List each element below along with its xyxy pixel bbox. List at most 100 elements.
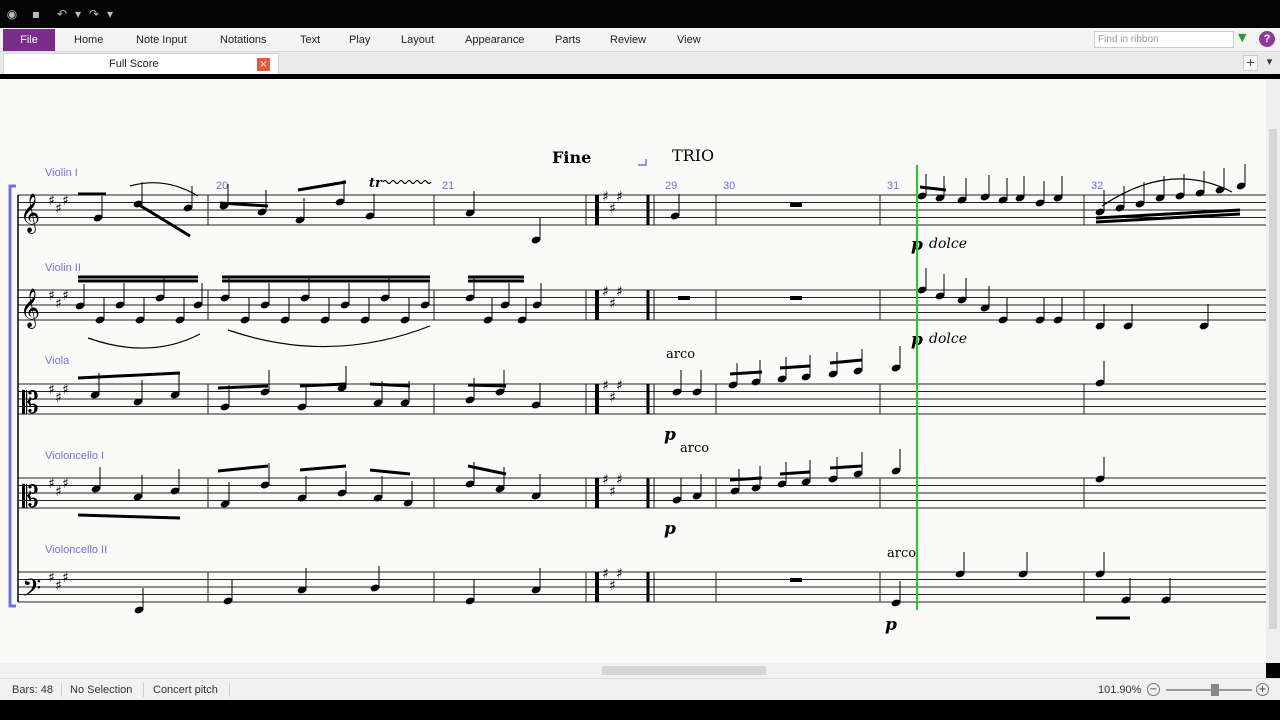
selection-status: No Selection [70, 684, 133, 696]
zoom-level: 101.90% [1098, 684, 1142, 696]
undo-icon[interactable]: ↶ [54, 6, 70, 22]
sharp-symbol: ♯ [62, 193, 69, 209]
sharp-symbol: ♯ [616, 472, 623, 488]
vertical-scrollbar[interactable] [1266, 79, 1280, 663]
sharp-symbol: ♯ [602, 566, 609, 582]
zoom-slider-thumb[interactable] [1211, 684, 1219, 696]
note-beam [299, 382, 347, 388]
tab-full-score[interactable]: Full Score × [3, 53, 279, 74]
tab-notations[interactable]: Notations [220, 28, 266, 52]
tab-home[interactable]: Home [74, 28, 103, 52]
note-beam [729, 476, 763, 482]
tab-label: Full Score [109, 58, 159, 70]
instrument-name: Violoncello II [45, 544, 107, 556]
note-beam [299, 464, 347, 472]
arco-marking: arco [887, 546, 916, 561]
instrument-name: Violoncello I [45, 450, 104, 462]
sharp-symbol: ♯ [48, 382, 55, 398]
note-beam [217, 384, 269, 390]
note-beam [829, 464, 863, 470]
scrollbar-thumb[interactable] [602, 666, 766, 675]
sharp-symbol: ♯ [55, 201, 62, 217]
tab-play[interactable]: Play [349, 28, 370, 52]
separator [143, 683, 144, 697]
sharp-symbol: ♯ [62, 382, 69, 398]
sharp-symbol: ♯ [609, 296, 616, 312]
sharp-symbol: ♯ [48, 476, 55, 492]
notes-layer [75, 164, 1246, 620]
note-beam [369, 468, 411, 476]
anchor-icon [638, 159, 647, 166]
score-svg: Violin I Violin II Viola Violoncello I V… [8, 146, 1266, 635]
tab-note-input[interactable]: Note Input [136, 28, 187, 52]
sharp-symbol: ♯ [55, 578, 62, 594]
sharp-symbol: ♯ [616, 566, 623, 582]
redo-icon[interactable]: ↷ [86, 6, 102, 22]
file-tab[interactable]: File [3, 29, 55, 51]
find-in-ribbon-input[interactable]: Find in ribbon [1094, 31, 1234, 48]
dynamic-p: p [664, 425, 676, 445]
sharp-symbol: ♯ [62, 476, 69, 492]
undo-dropdown-icon[interactable]: ▾ [70, 6, 86, 22]
trill-marking: tr [369, 176, 383, 191]
clef-symbol: 𝄡 [22, 386, 39, 421]
close-icon[interactable]: × [257, 58, 270, 71]
help-icon[interactable]: ? [1259, 31, 1275, 47]
sharp-symbol: ♯ [62, 570, 69, 586]
bars-count: Bars: 48 [12, 684, 53, 696]
sharp-symbol: ♯ [48, 570, 55, 586]
add-tab-button[interactable]: + [1243, 55, 1258, 71]
note-beam [297, 180, 347, 192]
tab-text[interactable]: Text [300, 28, 320, 52]
staff-bracket [8, 184, 16, 608]
fine-marking: Fine [552, 148, 591, 167]
sharp-symbol: ♯ [55, 484, 62, 500]
sharp-symbol: ♯ [616, 378, 623, 394]
sharp-symbol: ♯ [609, 578, 616, 594]
scrollbar-thumb[interactable] [1269, 129, 1277, 629]
redo-dropdown-icon[interactable]: ▾ [102, 6, 118, 22]
note-beam [779, 364, 811, 370]
zoom-slider[interactable] [1166, 689, 1252, 691]
app-icon[interactable]: ◉ [4, 6, 20, 22]
note-beam [369, 382, 411, 388]
horizontal-scrollbar[interactable] [0, 663, 1266, 678]
tab-layout[interactable]: Layout [401, 28, 434, 52]
clef-symbol: 𝄢 [22, 574, 41, 609]
tab-menu-button[interactable]: ▾ [1262, 55, 1277, 71]
save-icon[interactable]: ▪ [28, 6, 44, 22]
note-beam [729, 370, 763, 376]
document-tab-bar: Full Score × + ▾ [0, 52, 1280, 74]
bar-number: 31 [887, 180, 899, 192]
note-beam [467, 383, 507, 388]
staves: ♯ ♯ ♯ ♯♯♯♯ ♯ ♯ ♯♯♯♯ ♯ ♯ ♯♯♯♯ ♯ ♯ ♯♯♯♯ ♯ ♯ ♯♯♯𝄞𝄞𝄡𝄡𝄢 [17, 189, 1266, 609]
sharp-symbol: ♯ [609, 390, 616, 406]
instrument-name: Violin I [45, 167, 78, 179]
dynamic-p: p [885, 615, 897, 635]
bottom-bar [0, 700, 1280, 720]
note-beam [919, 185, 947, 192]
score-canvas[interactable]: Violin I Violin II Viola Violoncello I V… [0, 79, 1266, 663]
zoom-out-icon[interactable]: − [1147, 683, 1160, 696]
arco-marking: arco [666, 347, 695, 362]
slur [87, 333, 201, 349]
trill-line [382, 179, 432, 185]
chevron-down-icon[interactable]: ▼ [1238, 31, 1252, 47]
clef-symbol: 𝄞 [20, 288, 40, 329]
concert-pitch-status[interactable]: Concert pitch [153, 684, 218, 696]
zoom-in-icon[interactable]: + [1256, 683, 1269, 696]
tab-appearance[interactable]: Appearance [465, 28, 524, 52]
tab-parts[interactable]: Parts [555, 28, 581, 52]
sharp-symbol: ♯ [602, 189, 609, 205]
sharp-symbol: ♯ [48, 288, 55, 304]
whole-rest [790, 578, 802, 582]
sharp-symbol: ♯ [602, 472, 609, 488]
sharp-symbol: ♯ [62, 288, 69, 304]
dolce-marking: dolce [929, 236, 967, 252]
whole-rest [678, 296, 690, 300]
tab-view[interactable]: View [677, 28, 701, 52]
tab-review[interactable]: Review [610, 28, 646, 52]
instrument-name: Viola [45, 355, 70, 367]
status-bar: Bars: 48 No Selection Concert pitch 101.… [0, 678, 1280, 700]
sharp-symbol: ♯ [55, 296, 62, 312]
